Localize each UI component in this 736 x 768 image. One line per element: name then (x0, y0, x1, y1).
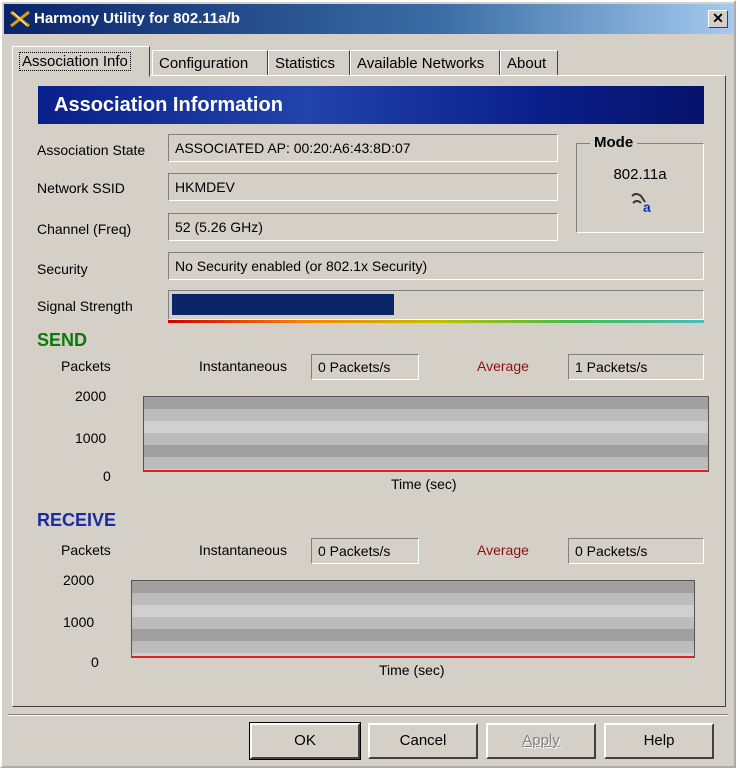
tab-available-networks[interactable]: Available Networks (350, 50, 500, 76)
receive-y-tick-0: 0 (91, 654, 99, 670)
window-title: Harmony Utility for 802.11a/b (34, 10, 240, 27)
send-y-tick-2000: 2000 (75, 388, 107, 404)
tab-configuration[interactable]: Configuration (152, 50, 268, 76)
send-y-tick-0: 0 (103, 468, 111, 484)
dialog-window: Harmony Utility for 802.11a/b ✕ Associat… (0, 0, 736, 768)
wireless-a-icon: a (631, 193, 651, 214)
title-bar[interactable]: Harmony Utility for 802.11a/b ✕ (4, 4, 734, 34)
close-icon: ✕ (712, 10, 724, 26)
channel-label: Channel (Freq) (37, 221, 132, 237)
send-average-label: Average (477, 358, 529, 374)
send-x-axis-label: Time (sec) (391, 476, 457, 492)
app-logo-icon (10, 10, 30, 28)
receive-average-field: 0 Packets/s (568, 538, 704, 564)
send-instantaneous-label: Instantaneous (199, 358, 287, 374)
receive-plot-area (131, 580, 695, 658)
association-state-label: Association State (37, 142, 146, 158)
help-button[interactable]: Help (604, 723, 714, 759)
signal-strength-meter (168, 290, 704, 320)
send-section-title: SEND (37, 330, 88, 350)
association-info-panel: Association Information Association Stat… (12, 75, 726, 707)
send-average-field: 1 Packets/s (568, 354, 704, 380)
send-chart: 2000 1000 0 Time (sec) (33, 386, 713, 492)
receive-instantaneous-field: 0 Packets/s (311, 538, 419, 564)
svg-text:a: a (643, 199, 651, 214)
mode-title: Mode (590, 134, 638, 151)
send-plot-area (143, 396, 709, 472)
receive-packets-label: Packets (61, 542, 111, 558)
receive-y-tick-2000: 2000 (63, 572, 95, 588)
apply-button-label: Apply (522, 732, 560, 749)
send-y-tick-1000: 1000 (75, 430, 107, 446)
receive-instantaneous-label: Instantaneous (199, 542, 287, 558)
section-banner: Association Information (38, 86, 704, 124)
security-label: Security (37, 261, 88, 277)
tab-label: Configuration (159, 55, 249, 72)
send-instantaneous-field: 0 Packets/s (311, 354, 419, 380)
receive-section-title: RECEIVE (37, 510, 117, 530)
network-ssid-field: HKMDEV (168, 173, 558, 201)
tab-about[interactable]: About (500, 50, 558, 76)
receive-chart: 2000 1000 0 Time (sec) (33, 570, 713, 680)
channel-field: 52 (5.26 GHz) (168, 213, 558, 241)
network-ssid-label: Network SSID (37, 180, 125, 196)
receive-y-tick-1000: 1000 (63, 614, 95, 630)
receive-baseline (132, 656, 694, 658)
receive-average-label: Average (477, 542, 529, 558)
signal-strength-fill (172, 294, 394, 315)
mode-value: 802.11a (613, 166, 667, 183)
mode-group: Mode 802.11a a (576, 134, 704, 233)
signal-strength-label: Signal Strength (37, 298, 133, 314)
tab-statistics[interactable]: Statistics (268, 50, 350, 76)
send-packets-label: Packets (61, 358, 111, 374)
security-field: No Security enabled (or 802.1x Security) (168, 252, 704, 280)
tab-label: About (507, 55, 547, 72)
receive-x-axis-label: Time (sec) (379, 662, 445, 678)
apply-button[interactable]: Apply (486, 723, 596, 759)
tab-label: Available Networks (357, 55, 485, 72)
tab-association-info[interactable]: Association Info (12, 46, 150, 77)
association-state-field: ASSOCIATED AP: 00:20:A6:43:8D:07 (168, 134, 558, 162)
tab-label: Association Info (19, 52, 131, 71)
button-divider (8, 714, 728, 716)
send-baseline (144, 470, 708, 472)
cancel-button[interactable]: Cancel (368, 723, 478, 759)
close-button[interactable]: ✕ (708, 10, 728, 28)
tab-label: Statistics (275, 55, 336, 72)
signal-scale-bar (168, 320, 704, 323)
ok-button[interactable]: OK (249, 722, 361, 760)
